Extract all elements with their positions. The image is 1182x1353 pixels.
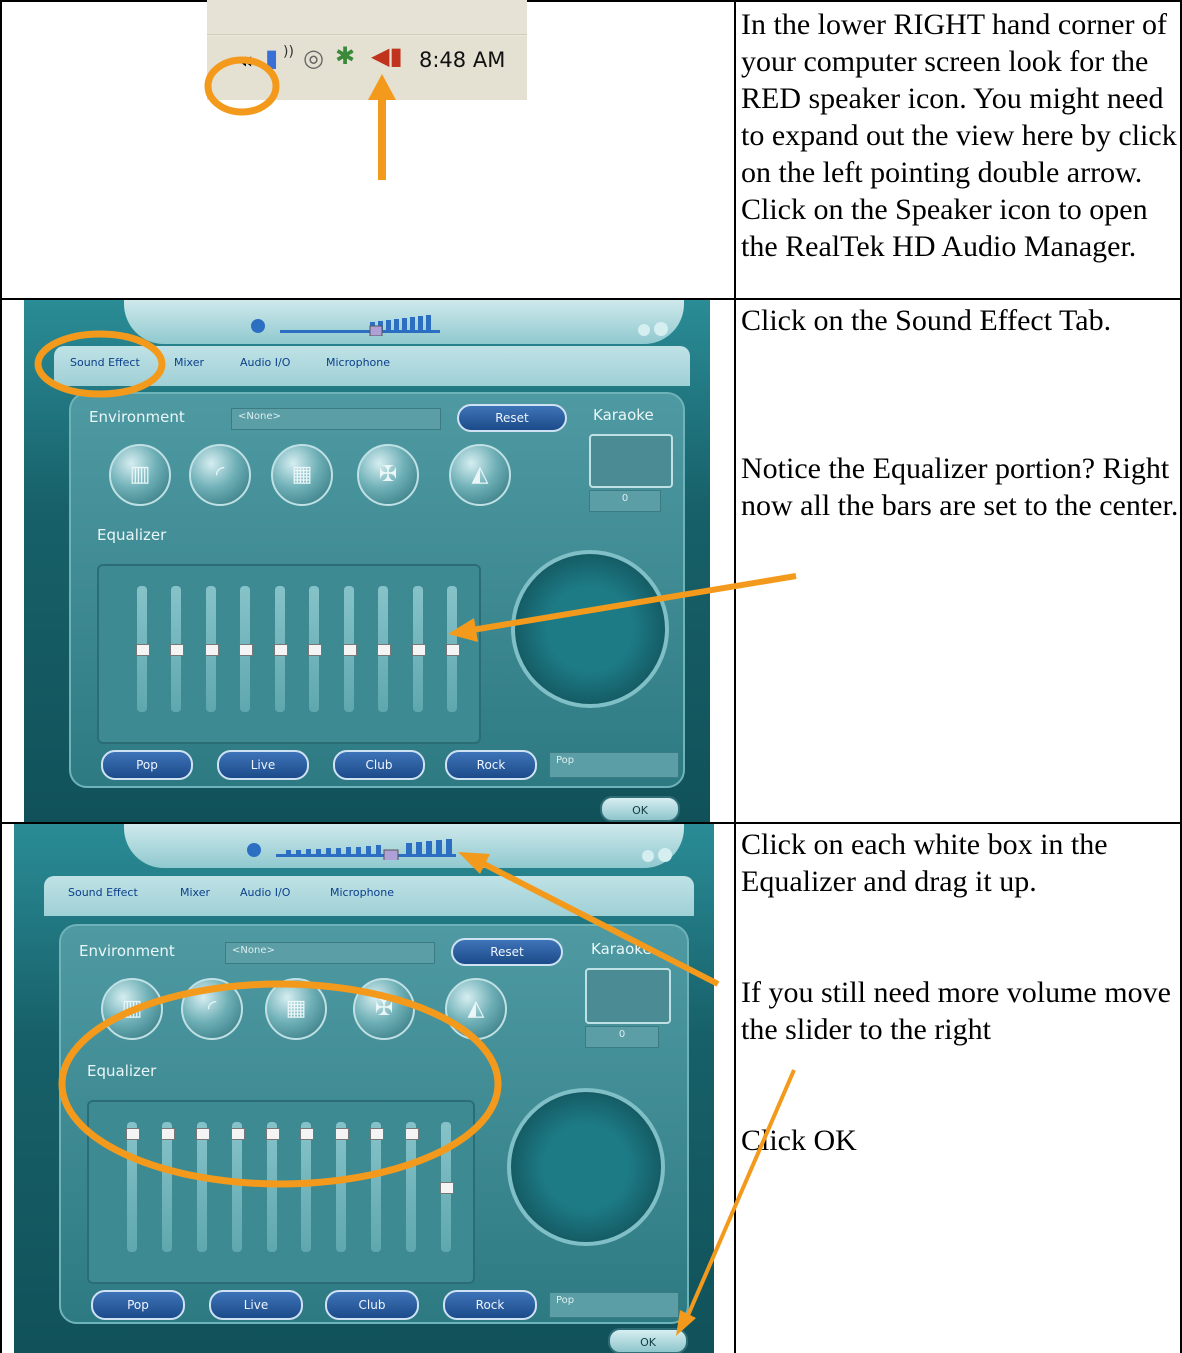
arrow-head (448, 618, 478, 642)
instruction-text: In the lower RIGHT hand corner of your c… (741, 8, 1177, 263)
row3-annotations (58, 852, 796, 1336)
highlight-circle (204, 56, 280, 116)
arrow-head (368, 74, 396, 100)
document-table: « ▮ )) ◎ ✱ ◀▮ 8:48 AM In the lower RIGHT… (0, 0, 1182, 1353)
arrow-shaft (471, 573, 797, 633)
row1-annotations (204, 56, 396, 180)
row2-annotations (34, 330, 797, 642)
highlight-circle (34, 330, 166, 398)
arrow-shaft (684, 1069, 796, 1321)
row1-instructions: In the lower RIGHT hand corner of your c… (741, 6, 1181, 265)
arrow-shaft (482, 861, 720, 987)
arrow-head (676, 1310, 696, 1336)
arrow-head (458, 852, 490, 874)
highlight-circle (58, 980, 502, 1188)
